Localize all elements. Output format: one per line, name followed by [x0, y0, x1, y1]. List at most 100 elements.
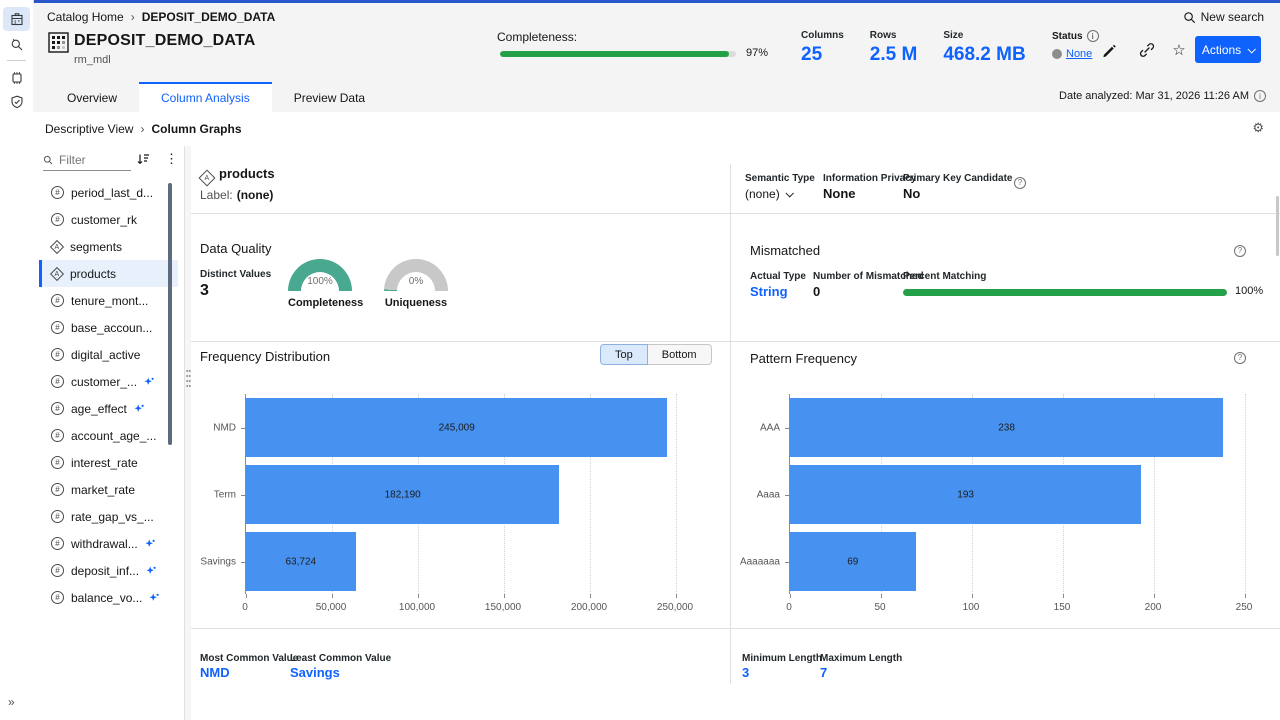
bar-term[interactable]: 182,190 [246, 465, 559, 524]
status-dot [1052, 49, 1062, 59]
governance-icon[interactable] [3, 90, 30, 114]
filter-input[interactable] [57, 152, 131, 168]
numeric-type-icon: # [51, 213, 64, 226]
bar-aaaaaaa[interactable]: 69 [790, 532, 916, 591]
sidebar-item-age_effect[interactable]: #age_effect [39, 395, 178, 422]
ai-sparkle-icon [145, 539, 155, 549]
percent-matching-bar [903, 289, 1227, 296]
new-search-button[interactable]: New search [1183, 10, 1264, 24]
app-window: » Catalog Home › DEPOSIT_DEMO_DATA New s… [0, 0, 1280, 720]
search-icon [43, 155, 53, 165]
x-tick-label: 0 [242, 602, 248, 613]
edit-icon[interactable] [1100, 41, 1118, 59]
catalog-icon[interactable] [3, 7, 30, 31]
x-tick-label: 100 [963, 602, 980, 613]
actions-button[interactable]: Actions [1195, 36, 1261, 63]
info-icon[interactable]: i [1254, 90, 1266, 102]
stat-rows: Rows2.5 M [870, 30, 918, 66]
sidebar-item-rate_gap_vs_[interactable]: #rate_gap_vs_... [39, 503, 178, 530]
numeric-type-icon: # [51, 429, 64, 442]
ai-sparkle-icon [134, 404, 144, 414]
x-tick-label: 200,000 [571, 602, 607, 613]
help-icon[interactable]: ? [1014, 174, 1026, 189]
sidebar-item-customer_[interactable]: #customer_... [39, 368, 178, 395]
expand-rail-icon[interactable]: » [8, 695, 15, 709]
numeric-type-icon: # [51, 591, 64, 604]
search-icon [1183, 11, 1196, 24]
page-header: Catalog Home › DEPOSIT_DEMO_DATA New sea… [33, 3, 1280, 82]
sidebar-item-digital_active[interactable]: #digital_active [39, 341, 178, 368]
sidebar-item-balance_vo[interactable]: #balance_vo... [39, 584, 178, 611]
list-scrollbar[interactable] [168, 183, 172, 445]
rail-divider [7, 60, 26, 61]
help-icon[interactable]: ? [1234, 349, 1246, 364]
sidebar-item-segments[interactable]: Asegments [39, 233, 178, 260]
footer-value: Savings [290, 665, 340, 680]
footer-value: 3 [742, 665, 749, 680]
tab-column-analysis[interactable]: Column Analysis [139, 82, 272, 112]
sidebar-item-withdrawal[interactable]: #withdrawal... [39, 530, 178, 557]
discover-icon[interactable] [3, 33, 30, 57]
analysis-subnav: Descriptive View › Column Graphs ⚙ [33, 112, 1280, 146]
sidebar-item-deposit_inf[interactable]: #deposit_inf... [39, 557, 178, 584]
status-info-icon[interactable]: i [1087, 30, 1099, 42]
toggle-bottom[interactable]: Bottom [648, 344, 712, 365]
overflow-menu-icon[interactable]: ⋮ [161, 151, 182, 167]
x-tick-label: 100,000 [399, 602, 435, 613]
category-label: Savings [200, 557, 236, 568]
sort-icon[interactable] [136, 152, 150, 166]
chevron-down-icon [785, 189, 793, 197]
semantic-type-dropdown[interactable]: (none) [745, 187, 792, 201]
numeric-type-icon: # [51, 537, 64, 550]
star-icon[interactable]: ☆ [1170, 41, 1188, 59]
help-icon[interactable]: ? [1234, 242, 1246, 257]
completeness-progress-bar [500, 51, 736, 57]
category-label: Term [214, 490, 236, 501]
percent-matching-label: Percent Matching [903, 271, 986, 282]
sidebar-item-products[interactable]: Aproducts [39, 260, 178, 287]
top-bottom-toggle: TopBottom [600, 344, 712, 365]
bar-aaaa[interactable]: 193 [790, 465, 1141, 524]
actual-type-value: String [750, 284, 788, 299]
sidebar-item-tenure_mont[interactable]: #tenure_mont... [39, 287, 178, 314]
analysis-breadcrumb: Descriptive View › Column Graphs [45, 122, 242, 136]
tab-overview[interactable]: Overview [45, 82, 139, 112]
ai-sparkle-icon [149, 593, 159, 603]
sidebar-item-customer_rk[interactable]: #customer_rk [39, 206, 178, 233]
toggle-top[interactable]: Top [600, 344, 648, 365]
ai-sparkle-icon [146, 566, 156, 576]
breadcrumb-current: DEPOSIT_DEMO_DATA [142, 10, 276, 24]
footer-value: NMD [200, 665, 230, 680]
x-tick-label: 150,000 [485, 602, 521, 613]
chip-icon[interactable] [3, 66, 30, 90]
bar-savings[interactable]: 63,724 [246, 532, 356, 591]
sidebar-item-interest_rate[interactable]: #interest_rate [39, 449, 178, 476]
bar-nmd[interactable]: 245,009 [246, 398, 667, 457]
column-list: #period_last_d...#customer_rkAsegmentsAp… [39, 179, 178, 611]
category-label: AAA [760, 423, 780, 434]
status-value-link[interactable]: None [1066, 48, 1092, 60]
gear-icon[interactable]: ⚙ [1252, 120, 1264, 136]
link-icon[interactable] [1138, 41, 1156, 59]
center-divider [730, 164, 731, 684]
sidebar-item-base_accoun[interactable]: #base_accoun... [39, 314, 178, 341]
sidebar-item-market_rate[interactable]: #market_rate [39, 476, 178, 503]
data-quality-title: Data Quality [200, 241, 272, 256]
distinct-values-value: 3 [200, 282, 209, 300]
footer-label: Least Common Value [290, 653, 391, 664]
chevron-down-icon [1248, 45, 1256, 53]
tab-preview-data[interactable]: Preview Data [272, 82, 387, 112]
sidebar-item-account_age_[interactable]: #account_age_... [39, 422, 178, 449]
bar-aaa[interactable]: 238 [790, 398, 1223, 457]
x-tick-label: 250 [1236, 602, 1253, 613]
footer-label: Most Common Value [200, 653, 298, 664]
numeric-type-icon: # [51, 564, 64, 577]
subnav-descriptive-view[interactable]: Descriptive View [45, 122, 133, 136]
frequency-title: Frequency Distribution [200, 349, 330, 364]
column-analysis-main: A products Label:(none) Semantic Type (n… [191, 146, 1280, 720]
x-tick-label: 150 [1054, 602, 1071, 613]
main-scrollbar[interactable] [1276, 196, 1279, 256]
numeric-type-icon: # [51, 456, 64, 469]
sidebar-item-period_last_d[interactable]: #period_last_d... [39, 179, 178, 206]
breadcrumb-catalog-home[interactable]: Catalog Home [47, 10, 124, 24]
